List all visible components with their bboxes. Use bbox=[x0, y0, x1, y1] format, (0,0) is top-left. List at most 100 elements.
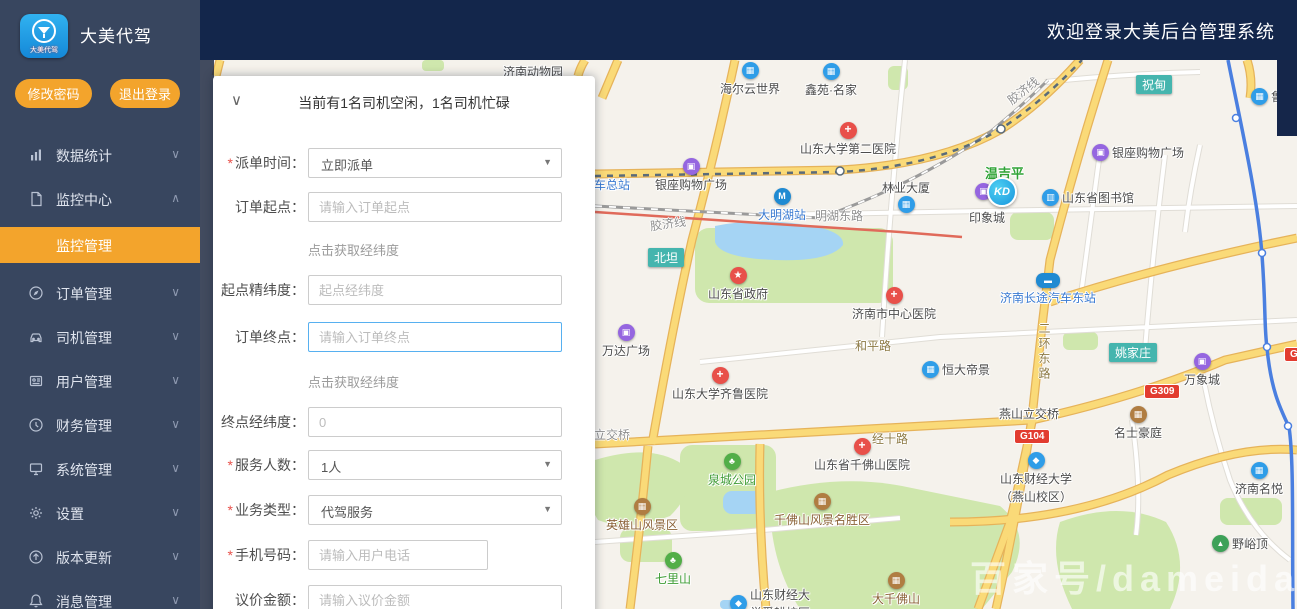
id-card-icon bbox=[29, 375, 43, 387]
town-badge-zhudian[interactable]: 祝甸 bbox=[1136, 75, 1173, 94]
order-end-input[interactable] bbox=[308, 322, 562, 352]
poi-bus-terminal-partial[interactable]: 车总站 bbox=[594, 175, 630, 193]
gear-icon bbox=[30, 507, 42, 519]
get-end-latlng-link[interactable]: 点击获取经纬度 bbox=[308, 372, 399, 391]
poi-sdu-second-hospital[interactable]: + 山东大学第二医院 bbox=[800, 122, 896, 157]
required-mark: * bbox=[227, 155, 233, 171]
sidebar-item-system-manage[interactable]: 系统管理 ∨ bbox=[0, 447, 200, 491]
driver-logo-marker[interactable]: KD bbox=[987, 177, 1017, 207]
poi-yinzuo-plaza-1[interactable]: ▣ 银座购物广场 bbox=[655, 158, 727, 193]
chevron-down-icon: ∨ bbox=[171, 147, 180, 161]
get-start-latlng-link[interactable]: 点击获取经纬度 bbox=[308, 240, 399, 259]
change-password-button[interactable]: 修改密码 bbox=[15, 79, 92, 108]
sidebar-item-message-manage[interactable]: 消息管理 ∨ bbox=[0, 579, 200, 609]
bell-icon bbox=[29, 594, 43, 608]
service-count-select[interactable]: 1人 ▼ bbox=[308, 450, 562, 480]
end-latlng-label: 终点经纬度： bbox=[221, 414, 305, 430]
form-row-start-latlng: 起点精纬度： bbox=[213, 275, 595, 305]
start-latlng-input[interactable] bbox=[308, 275, 562, 305]
building-icon: ▦ bbox=[1251, 87, 1268, 105]
select-caret-icon: ▼ bbox=[543, 459, 552, 469]
sidebar-item-order-manage[interactable]: 订单管理 ∨ bbox=[0, 271, 200, 315]
poi-wanda-plaza[interactable]: ▣ 万达广场 bbox=[602, 324, 650, 359]
poi-yingxiongshan[interactable]: ▦ 英雄山风景区 bbox=[606, 498, 678, 533]
bargain-amount-input[interactable] bbox=[308, 585, 562, 609]
poi-yanshan-bridge[interactable]: 燕山立交桥 bbox=[999, 404, 1059, 422]
watermark-text: 百家号/dameidaijia bbox=[970, 558, 1297, 599]
sidebar: 大美代驾 大美代驾 修改密码 退出登录 数据统计 ∨ 监控中心 ∧ 监控管理 订单管… bbox=[0, 0, 200, 609]
tree-icon: ♣ bbox=[723, 453, 741, 470]
sidebar-subitem-monitor-manage-active[interactable]: 监控管理 bbox=[0, 227, 200, 263]
business-type-label: 业务类型： bbox=[235, 502, 305, 518]
poi-daqianfoshan[interactable]: ▦ 大千佛山 bbox=[872, 572, 920, 607]
poi-xinyuan[interactable]: ▦ 鑫苑·名家 bbox=[805, 63, 857, 98]
sidebar-item-user-manage[interactable]: 用户管理 ∨ bbox=[0, 359, 200, 403]
shopping-bag-icon: ▣ bbox=[617, 324, 635, 341]
end-latlng-input[interactable] bbox=[308, 407, 562, 437]
sidebar-item-monitor-center[interactable]: 监控中心 ∧ bbox=[0, 177, 200, 221]
bar-chart-icon bbox=[31, 149, 41, 161]
select-caret-icon: ▼ bbox=[543, 504, 552, 514]
required-mark: * bbox=[227, 547, 233, 563]
sidebar-item-data-stats[interactable]: 数据统计 ∨ bbox=[0, 133, 200, 177]
logout-button[interactable]: 退出登录 bbox=[110, 79, 180, 108]
app-title: 大美代驾 bbox=[80, 27, 152, 46]
poi-hengda-dijing[interactable]: ▦ 恒大帝景 bbox=[922, 360, 990, 378]
required-mark: * bbox=[227, 502, 233, 518]
building-icon: ▦ bbox=[897, 196, 915, 213]
poi-provincial-government[interactable]: ★ 山东省政府 bbox=[708, 267, 768, 302]
bus-icon: ▬ bbox=[1036, 273, 1060, 288]
poi-wanxiangcheng[interactable]: ▣ 万象城 bbox=[1184, 353, 1220, 388]
poi-qianfoshan-scenic[interactable]: ▦ 千佛山风景名胜区 bbox=[774, 493, 870, 528]
road-label-heping: 和平路 bbox=[855, 339, 892, 353]
poi-sdufe-yanshan[interactable]: ◆ 山东财经大学 （燕山校区） bbox=[1000, 452, 1072, 505]
sidebar-item-finance-manage[interactable]: 财务管理 ∨ bbox=[0, 403, 200, 447]
sidebar-item-settings[interactable]: 设置 ∨ bbox=[0, 491, 200, 535]
upload-arrow-icon bbox=[29, 550, 43, 564]
poi-quancheng-park[interactable]: ♣ 泉城公园 bbox=[708, 453, 756, 488]
dispatch-time-select[interactable]: 立即派单 ▼ bbox=[308, 148, 562, 178]
poi-mingshi-haoting[interactable]: ▦ 名士豪庭 bbox=[1114, 406, 1162, 441]
road-label-lijiaoqiao: 立交桥 bbox=[594, 428, 631, 442]
chevron-down-icon: ∨ bbox=[171, 505, 180, 519]
bargain-amount-label: 议价金额： bbox=[235, 592, 305, 608]
app-logo: 大美代驾 bbox=[20, 14, 68, 58]
shopping-bag-icon: ▣ bbox=[1193, 353, 1211, 370]
phone-input[interactable] bbox=[308, 540, 488, 570]
order-start-input[interactable] bbox=[308, 192, 562, 222]
driver-marker-cluster[interactable]: 温吉平 ▣ KD 印象城 bbox=[969, 165, 1045, 225]
temple-icon: ▦ bbox=[887, 572, 905, 589]
form-row-business-type: * 业务类型： 代驾服务 ▼ bbox=[213, 495, 595, 525]
poi-longdistance-bus-east[interactable]: ▬ 济南长途汽车东站 bbox=[1000, 273, 1096, 306]
road-label-erhuan-east: 二环东路 bbox=[1037, 322, 1051, 382]
phone-label: 手机号码： bbox=[235, 547, 305, 563]
temple-icon: ▦ bbox=[813, 493, 831, 510]
hospital-icon: + bbox=[711, 367, 729, 384]
poi-qilu-hospital[interactable]: + 山东大学齐鲁医院 bbox=[672, 367, 768, 402]
poi-daminghu-station[interactable]: M 大明湖站 bbox=[758, 188, 806, 223]
sidebar-item-driver-manage[interactable]: 司机管理 ∨ bbox=[0, 315, 200, 359]
poi-central-hospital[interactable]: + 济南市中心医院 bbox=[852, 287, 936, 322]
sidebar-item-version-update[interactable]: 版本更新 ∨ bbox=[0, 535, 200, 579]
poi-jinan-mingyue[interactable]: ▦ 济南名悦 bbox=[1235, 462, 1283, 497]
form-row-end-latlng: 终点经纬度： bbox=[213, 407, 595, 437]
town-badge-yaojiazhuang[interactable]: 姚家庄 bbox=[1109, 343, 1158, 362]
poi-haier-cloud-world[interactable]: ▦ 海尔云世界 bbox=[720, 62, 780, 97]
building-icon: ▦ bbox=[741, 62, 759, 79]
poi-sdufe-shungeng[interactable]: ◆山东财经大学舜耕校区 bbox=[730, 585, 810, 609]
form-row-service-count: * 服务人数： 1人 ▼ bbox=[213, 450, 595, 480]
poi-yinzuo-plaza-2[interactable]: ▣ 银座购物广场 bbox=[1092, 143, 1184, 161]
building-icon: ▦ bbox=[922, 360, 939, 378]
graduation-cap-icon: ◆ bbox=[730, 594, 747, 609]
road-badge-g309: G309 bbox=[1144, 384, 1181, 399]
poi-qilishan[interactable]: ♣ 七里山 bbox=[655, 552, 691, 587]
compass-icon bbox=[29, 286, 43, 300]
town-badge-beitan[interactable]: 北坦 bbox=[648, 248, 685, 267]
chevron-down-icon: ∨ bbox=[171, 593, 180, 607]
building-icon: ▦ bbox=[822, 63, 840, 80]
business-type-select[interactable]: 代驾服务 ▼ bbox=[308, 495, 562, 525]
poi-shandong-library[interactable]: ▥ 山东省图书馆 bbox=[1042, 188, 1134, 206]
dispatch-time-label: 派单时间： bbox=[235, 155, 305, 171]
poi-linye-tower[interactable]: ▦ 林业大厦 bbox=[882, 178, 930, 213]
poi-qianfoshan-hospital[interactable]: + 山东省千佛山医院 bbox=[814, 438, 910, 473]
